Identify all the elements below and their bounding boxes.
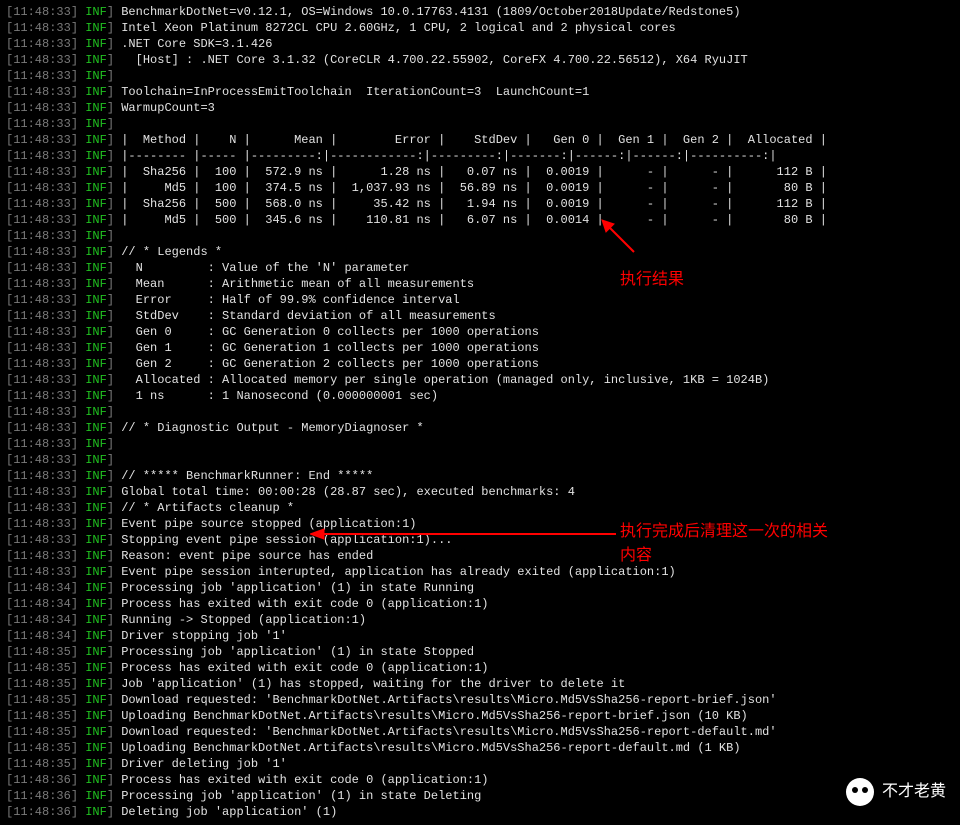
log-line: [11:48:33] INF] (6, 68, 954, 84)
log-line: [11:48:33] INF] Global total time: 00:00… (6, 484, 954, 500)
log-line: [11:48:33] INF] // * Legends * (6, 244, 954, 260)
log-line: [11:48:34] INF] Driver stopping job '1' (6, 628, 954, 644)
log-line: [11:48:33] INF] Gen 1 : GC Generation 1 … (6, 340, 954, 356)
log-line: [11:48:33] INF] [Host] : .NET Core 3.1.3… (6, 52, 954, 68)
log-line: [11:48:33] INF] // * Diagnostic Output -… (6, 420, 954, 436)
log-line: [11:48:33] INF] Allocated : Allocated me… (6, 372, 954, 388)
log-line: [11:48:34] INF] Running -> Stopped (appl… (6, 612, 954, 628)
log-line: [11:48:33] INF] 1 ns : 1 Nanosecond (0.0… (6, 388, 954, 404)
log-line: [11:48:33] INF] Intel Xeon Platinum 8272… (6, 20, 954, 36)
log-line: [11:48:35] INF] Process has exited with … (6, 660, 954, 676)
log-line: [11:48:33] INF] (6, 116, 954, 132)
log-line: [11:48:35] INF] Job 'application' (1) ha… (6, 676, 954, 692)
log-line: [11:48:33] INF] StdDev : Standard deviat… (6, 308, 954, 324)
log-line: [11:48:33] INF] (6, 452, 954, 468)
log-line: [11:48:33] INF] .NET Core SDK=3.1.426 (6, 36, 954, 52)
log-line: [11:48:33] INF] Stopping event pipe sess… (6, 532, 954, 548)
log-line: [11:48:33] INF] Gen 2 : GC Generation 2 … (6, 356, 954, 372)
log-line: [11:48:33] INF] Event pipe source stoppe… (6, 516, 954, 532)
log-line: [11:48:33] INF] | Sha256 | 100 | 572.9 n… (6, 164, 954, 180)
terminal-log: [11:48:33] INF] BenchmarkDotNet=v0.12.1,… (6, 4, 954, 820)
log-line: [11:48:35] INF] Download requested: 'Ben… (6, 692, 954, 708)
log-line: [11:48:33] INF] Mean : Arithmetic mean o… (6, 276, 954, 292)
log-line: [11:48:33] INF] (6, 436, 954, 452)
log-line: [11:48:36] INF] Process has exited with … (6, 772, 954, 788)
log-line: [11:48:35] INF] Driver deleting job '1' (6, 756, 954, 772)
log-line: [11:48:33] INF] | Md5 | 100 | 374.5 ns |… (6, 180, 954, 196)
log-line: [11:48:33] INF] WarmupCount=3 (6, 100, 954, 116)
log-line: [11:48:33] INF] | Md5 | 500 | 345.6 ns |… (6, 212, 954, 228)
log-line: [11:48:33] INF] // ***** BenchmarkRunner… (6, 468, 954, 484)
log-line: [11:48:34] INF] Process has exited with … (6, 596, 954, 612)
log-line: [11:48:35] INF] Processing job 'applicat… (6, 644, 954, 660)
log-line: [11:48:36] INF] Deleting job 'applicatio… (6, 804, 954, 820)
log-line: [11:48:33] INF] (6, 228, 954, 244)
log-line: [11:48:33] INF] N : Value of the 'N' par… (6, 260, 954, 276)
log-line: [11:48:33] INF] Toolchain=InProcessEmitT… (6, 84, 954, 100)
log-line: [11:48:36] INF] Processing job 'applicat… (6, 788, 954, 804)
log-line: [11:48:33] INF] Error : Half of 99.9% co… (6, 292, 954, 308)
log-line: [11:48:33] INF] // * Artifacts cleanup * (6, 500, 954, 516)
log-line: [11:48:33] INF] |-------- |----- |------… (6, 148, 954, 164)
log-line: [11:48:33] INF] Reason: event pipe sourc… (6, 548, 954, 564)
log-line: [11:48:33] INF] Gen 0 : GC Generation 0 … (6, 324, 954, 340)
log-line: [11:48:33] INF] | Method | N | Mean | Er… (6, 132, 954, 148)
log-line: [11:48:33] INF] | Sha256 | 500 | 568.0 n… (6, 196, 954, 212)
log-line: [11:48:35] INF] Uploading BenchmarkDotNe… (6, 740, 954, 756)
log-line: [11:48:33] INF] Event pipe session inter… (6, 564, 954, 580)
log-line: [11:48:34] INF] Processing job 'applicat… (6, 580, 954, 596)
log-line: [11:48:33] INF] BenchmarkDotNet=v0.12.1,… (6, 4, 954, 20)
log-line: [11:48:35] INF] Uploading BenchmarkDotNe… (6, 708, 954, 724)
log-line: [11:48:33] INF] (6, 404, 954, 420)
log-line: [11:48:35] INF] Download requested: 'Ben… (6, 724, 954, 740)
